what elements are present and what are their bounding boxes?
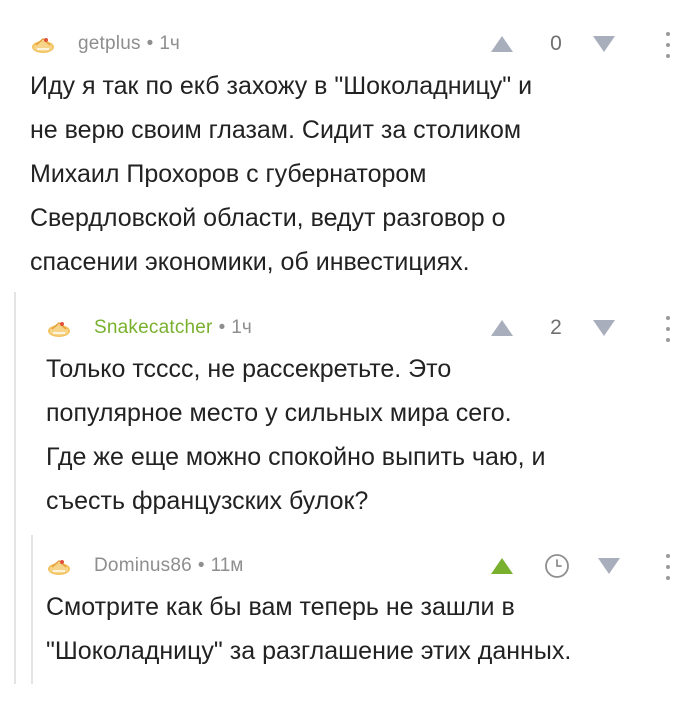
cake-avatar-icon[interactable] [30,33,56,55]
cake-avatar-icon[interactable] [46,317,72,339]
comment-time: 11м [210,555,244,576]
vote-bar: 0 [489,29,617,59]
vote-bar [489,551,622,581]
comment-time: 1ч [159,33,180,54]
arrow-down-icon[interactable] [591,317,617,339]
comment-text: Только тсссс, не рассекретьте. Это попул… [46,355,546,515]
comment-text: Иду я так по екб захожу в "Шоколадницу" … [30,72,533,276]
cake-avatar-icon[interactable] [46,555,72,577]
arrow-down-icon[interactable] [591,33,617,55]
arrow-down-icon[interactable] [596,555,622,577]
comment-dominus86: Dominus86 • 11м Смотрите как бы вам тепе… [0,538,700,688]
arrow-up-icon[interactable] [489,317,515,339]
vote-bar: 2 [489,313,617,343]
arrow-up-icon[interactable] [489,555,515,577]
comment-rating: 0 [550,32,562,55]
comment-time: 1ч [231,317,252,338]
comment-rating: 2 [550,316,562,339]
comment-header: Dominus86 • 11м [46,551,243,581]
more-vertical-icon[interactable] [663,316,673,342]
arrow-up-icon[interactable] [489,33,515,55]
separator-dot: • [146,33,154,54]
more-vertical-icon[interactable] [663,554,673,580]
more-vertical-icon[interactable] [663,32,673,58]
comment-author[interactable]: Snakecatcher [94,317,213,339]
comment-text: Смотрите как бы вам теперь не зашли в "Ш… [46,593,572,665]
comment-getplus: getplus • 1ч 0 Иду я так по екб захожу в… [0,0,700,290]
comment-header: Snakecatcher • 1ч [46,313,252,343]
comment-author[interactable]: getplus [78,33,141,55]
separator-dot: • [197,555,205,576]
separator-dot: • [218,317,226,338]
comment-snakecatcher: Snakecatcher • 1ч 2 Только тсссс, не рас… [0,300,700,530]
comment-thread: getplus • 1ч 0 Иду я так по екб захожу в… [0,0,700,701]
clock-icon [544,554,570,578]
comment-header: getplus • 1ч [30,29,180,59]
comment-author[interactable]: Dominus86 [94,555,192,577]
